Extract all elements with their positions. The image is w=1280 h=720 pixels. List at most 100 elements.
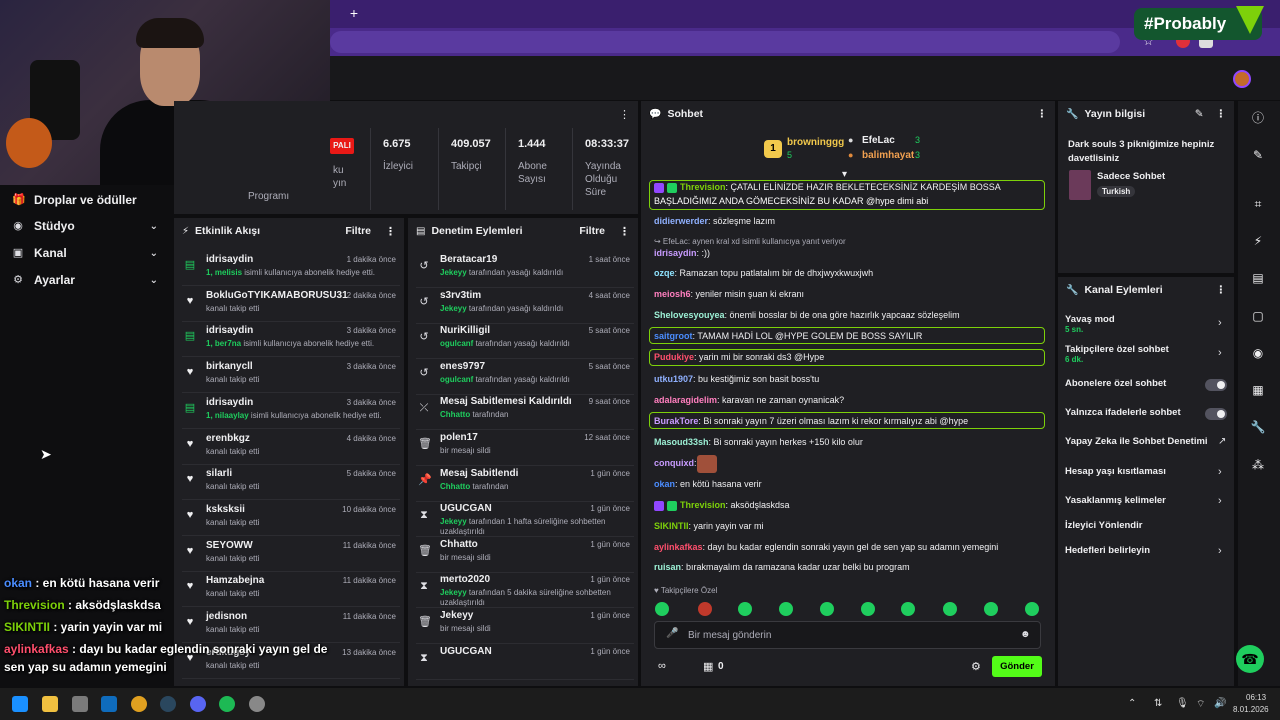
activity-item[interactable]: ♥ birkanycll 3 dakika önce kanalı takip ett…	[182, 359, 400, 394]
chat-username[interactable]: idrisaydin	[654, 248, 697, 258]
activity-user[interactable]: idrisaydin	[206, 325, 253, 336]
chat-message[interactable]: idrisaydin: :))	[654, 247, 1046, 260]
mod-action-target[interactable]: s3rv3tim	[440, 290, 481, 301]
outlook-icon[interactable]	[101, 696, 117, 712]
chrome-icon[interactable]	[131, 696, 147, 712]
mod-action-target[interactable]: UGUCGAN	[440, 503, 492, 514]
chat-username[interactable]: aylinkafkas	[654, 542, 703, 552]
activity-recipient[interactable]: 1, melisis	[206, 268, 242, 277]
activity-user[interactable]: silarli	[206, 468, 232, 479]
channel-action-item[interactable]: Takipçilere özel sohbet 6 dk.	[1065, 344, 1230, 364]
emote-icon[interactable]	[943, 602, 957, 616]
mod-action-item[interactable]: ⧗ UGUCGAN 1 gün önce	[416, 645, 634, 680]
activity-user[interactable]: Hamzabejna	[206, 575, 264, 586]
top-gifter-1-name[interactable]: browninggg	[787, 137, 844, 148]
send-button[interactable]: Gönder	[992, 656, 1042, 677]
chat-username[interactable]: okan	[654, 479, 675, 489]
mod-action-item[interactable]: ↺ Beratacar19 1 saat önce Jekeyy tarafından…	[416, 253, 634, 288]
info-icon[interactable]: ⓘ	[1248, 108, 1268, 128]
channel-action-item[interactable]: Yapay Zeka ile Sohbet Denetimi	[1065, 436, 1230, 447]
mod-action-target[interactable]: UGUCGAN	[440, 646, 492, 657]
pencil-icon[interactable]: ✎	[1248, 145, 1268, 165]
chat-message[interactable]: Masoud33sh: Bi sonraki yayın herkes +150…	[654, 436, 1046, 449]
panel-icon[interactable]: ▦	[1248, 380, 1268, 400]
activity-recipient[interactable]: 1, ber7na	[206, 339, 241, 348]
category-thumbnail[interactable]	[1069, 170, 1091, 200]
emote-icon[interactable]	[698, 602, 712, 616]
chat-message[interactable]: SIKINTII: yarin yayin var mi	[654, 520, 1046, 533]
more-icon[interactable]: ⋮	[1216, 108, 1227, 120]
mod-action-item[interactable]: ↺ NuriKilligil 5 saat önce ogulcanf tarafın…	[416, 324, 634, 360]
toggle-switch[interactable]	[1205, 408, 1227, 420]
chat-username[interactable]: utku1907	[654, 374, 693, 384]
chat-message[interactable]: Threvision: aksödşlaskdsa	[654, 499, 1046, 512]
wrench-icon[interactable]: 🔧	[1248, 417, 1268, 437]
activity-user[interactable]: SEYOWW	[206, 540, 253, 551]
chat-message[interactable]: meiosh6: yeniler misin şuan ki ekranı	[654, 288, 1046, 301]
more-icon[interactable]: ⋮	[619, 225, 630, 238]
store-icon[interactable]	[72, 696, 88, 712]
volume-icon[interactable]: 🔊	[1214, 698, 1226, 709]
infinity-icon[interactable]: ∞	[658, 660, 666, 672]
network-icon[interactable]: ⇅	[1154, 698, 1162, 709]
lightning-icon[interactable]: ⚡	[1248, 231, 1268, 251]
activity-item[interactable]: ♥ BokluGoTYIKAMABORUSU31 2 dakika önce kana…	[182, 288, 400, 322]
chat-username[interactable]: Shelovesyouyea	[654, 310, 725, 320]
activity-item[interactable]: ♥ ksksksii 10 dakika önce kanalı takip etti	[182, 502, 400, 536]
mod-action-item[interactable]: ↺ enes9797 5 saat önce ogulcanf tarafından …	[416, 360, 634, 395]
mod-action-item[interactable]: ⧗ UGUCGAN 1 gün önce Jekeyy tarafından 1 ha…	[416, 502, 634, 538]
mod-action-moderator[interactable]: ogulcanf	[440, 375, 473, 384]
chat-message[interactable]: ozqe: Ramazan topu patlatalım bir de dhx…	[654, 267, 1046, 280]
activity-item[interactable]: ▤ idrisaydin 3 dakika önce 1, nilaaylay isi…	[182, 395, 400, 429]
chat-message[interactable]: aylinkafkas: dayı bu kadar eglendin sonr…	[654, 541, 1046, 554]
activity-user[interactable]: erenbkgz	[206, 433, 250, 444]
mod-action-target[interactable]: merto2020	[440, 574, 490, 585]
mod-action-target[interactable]: Beratacar19	[440, 254, 497, 265]
mic-tray-icon[interactable]: 🎙	[1176, 698, 1189, 709]
chat-username[interactable]: Threvision	[680, 500, 726, 510]
mod-action-moderator[interactable]: Jekeyy	[440, 517, 467, 526]
mod-action-item[interactable]: ↺ s3rv3tim 4 saat önce Jekeyy tarafından ya…	[416, 289, 634, 324]
chevron-right-icon[interactable]: ›	[1218, 545, 1222, 557]
nav-drops[interactable]: 🎁 Droplar ve ödüller	[12, 190, 162, 210]
nav-channel[interactable]: ▣ Kanal ⌄	[12, 243, 162, 263]
mod-action-moderator[interactable]: Jekeyy	[440, 588, 467, 597]
activity-item[interactable]: ▤ idrisaydin 1 dakika önce 1, melisis isiml…	[182, 252, 400, 286]
emote-icon[interactable]	[901, 602, 915, 616]
discord-icon[interactable]	[190, 696, 206, 712]
support-icon[interactable]: ☎	[1236, 645, 1264, 673]
toggle-switch[interactable]	[1205, 379, 1227, 391]
emote-icon[interactable]	[1025, 602, 1039, 616]
mod-action-target[interactable]: Jekeyy	[440, 610, 473, 621]
activity-recipient[interactable]: 1, nilaaylay	[206, 411, 249, 420]
mod-action-target[interactable]: enes9797	[440, 361, 485, 372]
activity-item[interactable]: ▤ idrisaydin 3 dakika önce 1, ber7na isimli…	[182, 323, 400, 358]
channel-action-item[interactable]: Hesap yaşı kısıtlaması	[1065, 466, 1230, 477]
mod-action-target[interactable]: Mesaj Sabitlendi	[440, 468, 518, 479]
chat-message[interactable]: didierwerder: sözleşme lazım	[654, 215, 1046, 228]
channel-action-item[interactable]: Yavaş mod 5 sn.	[1065, 314, 1230, 334]
chevron-right-icon[interactable]: ›	[1218, 317, 1222, 329]
activity-user[interactable]: idrisaydin	[206, 397, 253, 408]
external-link-icon[interactable]: ↗	[1218, 436, 1226, 447]
emote-icon[interactable]	[779, 602, 793, 616]
file-explorer-icon[interactable]	[42, 696, 58, 712]
document-icon[interactable]: ▤	[1248, 268, 1268, 288]
chat-message[interactable]: adalaragidelim: karavan ne zaman oynanic…	[654, 394, 1046, 407]
start-icon[interactable]	[12, 696, 28, 712]
tray-chevron-icon[interactable]: ⌃	[1128, 698, 1136, 709]
mod-action-moderator[interactable]: Chhatto	[440, 482, 470, 491]
more-icon[interactable]: ⋮	[1037, 108, 1048, 120]
mod-action-moderator[interactable]: ogulcanf	[440, 339, 473, 348]
chat-username[interactable]: adalaragidelim	[654, 395, 717, 405]
activity-item[interactable]: ♥ silarli 5 dakika önce kanalı takip etti	[182, 466, 400, 501]
stats-more-icon[interactable]: ⋮	[619, 108, 630, 121]
top-gifter-2-name[interactable]: EfeLac	[862, 135, 895, 146]
broadcast-icon[interactable]: ◉	[1248, 343, 1268, 363]
mod-action-target[interactable]: NuriKilligil	[440, 325, 490, 336]
mod-action-target[interactable]: Chhatto	[440, 539, 478, 550]
store-icon[interactable]: ▦	[703, 660, 713, 673]
nav-studio[interactable]: ◉ Stüdyo ⌄	[12, 216, 162, 236]
chevron-right-icon[interactable]: ›	[1218, 347, 1222, 359]
activity-item[interactable]: ♥ Hamzabejna 11 dakika önce kanalı takip et…	[182, 573, 400, 608]
